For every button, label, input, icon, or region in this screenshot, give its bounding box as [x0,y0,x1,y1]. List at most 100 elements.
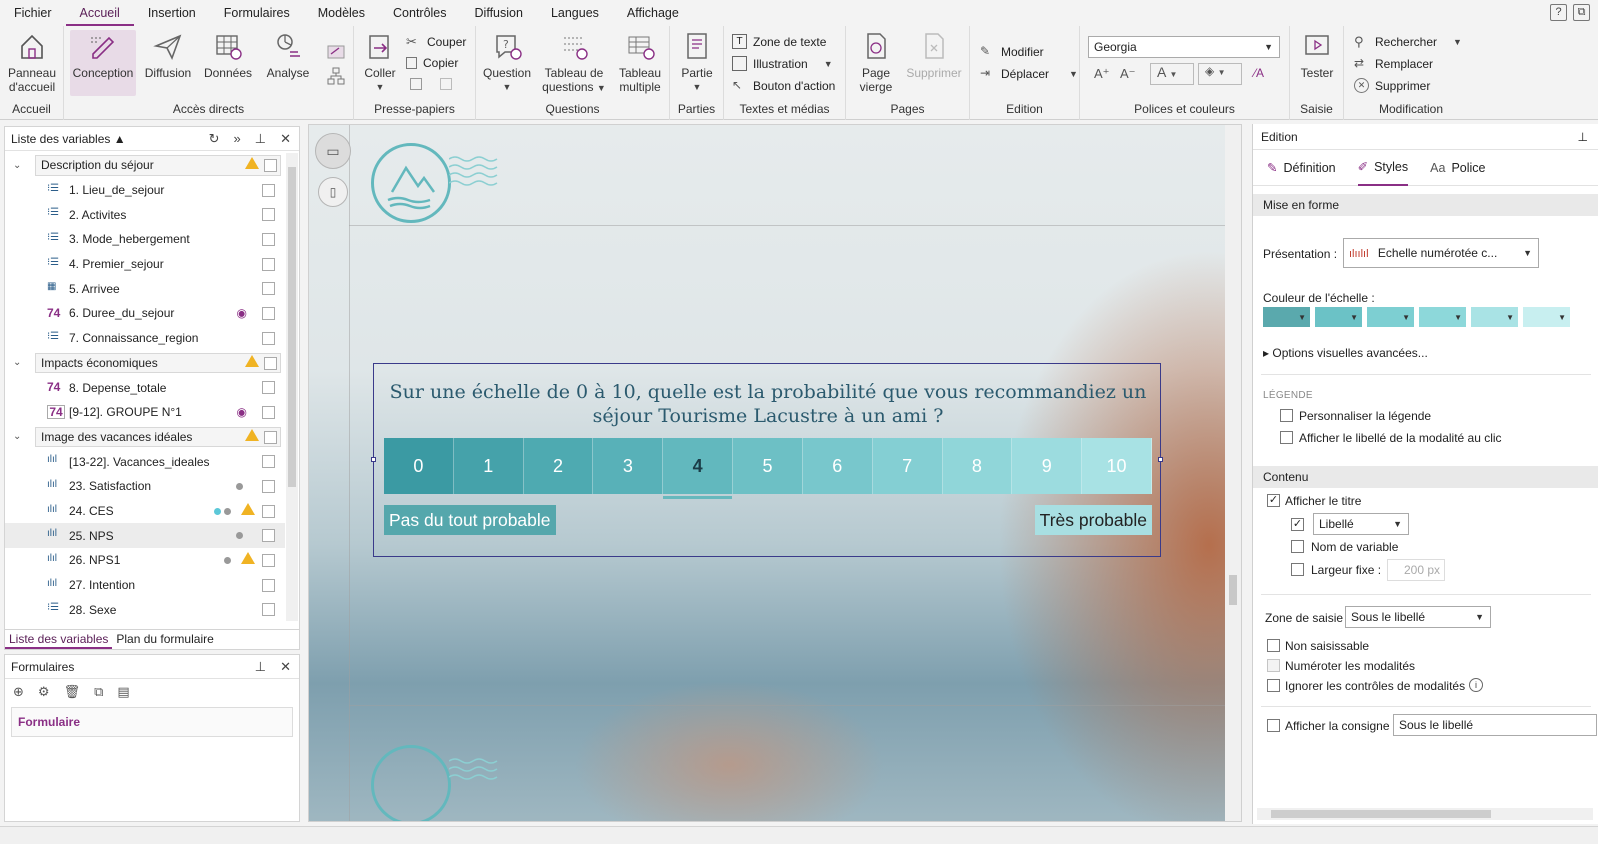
analyse-button[interactable]: Analyse [260,30,316,80]
tab-police[interactable]: Aa Police [1430,150,1485,186]
variable-checkbox[interactable] [262,603,275,617]
variable-group-row[interactable]: ⌄ Image des vacances idéales [5,425,285,450]
variable-checkbox[interactable] [262,307,275,321]
font-color-button[interactable]: A ▼ [1150,63,1194,85]
numeroter-checkbox[interactable] [1267,659,1280,672]
edition-horizontal-scrollbar[interactable] [1257,808,1593,820]
edit-mode-icon[interactable] [326,42,346,62]
libelle-select[interactable]: Libellé ▼ [1313,513,1409,535]
fill-color-button[interactable]: ◈ ▼ [1198,63,1242,85]
format-paste-icon[interactable] [440,78,452,90]
menu-item-8[interactable]: Affichage [613,0,693,26]
scale-option-1[interactable]: 1 [453,438,524,494]
variable-checkbox[interactable] [262,504,275,518]
variable-list-title[interactable]: Liste des variables ▲ [11,132,126,146]
partie-chevron-down-icon[interactable]: ▼ [674,80,720,94]
variable-checkbox[interactable] [264,159,277,172]
donnees-button[interactable]: Données [200,30,256,80]
couper-button[interactable]: ✂ Couper [406,34,466,49]
variable-checkbox[interactable] [262,529,275,543]
rechercher-chevron-down-icon[interactable]: ▼ [1453,37,1462,47]
deplacer-chevron-down-icon[interactable]: ▼ [1069,69,1078,79]
variable-row[interactable]: ⁝☰ 3. Mode_hebergement [5,227,285,252]
menu-item-1[interactable]: Accueil [65,0,134,26]
variable-checkbox[interactable] [262,381,275,395]
afficher-consigne-checkbox[interactable] [1267,719,1280,732]
consigne-select[interactable]: Sous le libellé [1393,714,1597,736]
diffusion-button[interactable]: Diffusion [140,30,196,80]
scale-option-4[interactable]: 4 [663,438,734,499]
collapse-chevron-icon[interactable]: ⌄ [13,431,21,442]
mobile-view-button[interactable]: ▯ [318,177,348,207]
pin-icon[interactable]: ⊥ [255,659,266,675]
options-avancees-link[interactable]: ▸ Options visuelles avancées... [1263,346,1428,360]
variable-checkbox[interactable] [262,183,275,197]
scale-color-swatch-2[interactable]: ▼ [1367,307,1414,327]
scale-option-0[interactable]: 0 [384,438,454,494]
add-form-icon[interactable]: ⊕ [13,684,24,700]
deplacer-button[interactable]: ⇥ Déplacer ▼ [980,66,1078,81]
variable-row[interactable]: ⁝☰ 7. Connaissance_region [5,326,285,351]
scale-option-5[interactable]: 5 [733,438,803,494]
scale-option-3[interactable]: 3 [593,438,664,494]
personnaliser-legende-checkbox[interactable] [1280,409,1293,422]
variable-checkbox[interactable] [262,479,275,493]
menu-item-0[interactable]: Fichier [0,0,66,26]
variable-checkbox[interactable] [262,208,275,222]
variable-checkbox[interactable] [262,282,275,296]
non-saisissable-checkbox[interactable] [1267,639,1280,652]
variable-checkbox[interactable] [262,233,275,247]
tableau-questions-button[interactable]: Tableau de questions ▼ [540,30,608,95]
scale-option-6[interactable]: 6 [802,438,873,494]
menu-item-6[interactable]: Diffusion [461,0,537,26]
variable-row[interactable]: ılıl 26. NPS1 [5,548,285,573]
scale-option-10[interactable]: 10 [1082,438,1152,494]
variable-checkbox[interactable] [264,356,277,370]
collapse-chevron-icon[interactable]: ⌄ [13,160,21,171]
delete-form-icon[interactable]: 🗑 [64,684,81,700]
variable-row[interactable]: ▦ 5. Arrivee [5,276,285,301]
panneau-accueil-button[interactable]: Panneau d'accueil [4,30,60,94]
question-chevron-down-icon[interactable]: ▼ [480,80,534,94]
page-vierge-button[interactable]: Page vierge [852,30,900,94]
form-canvas[interactable]: ▭ ▯ Sur une échelle de 0 à 10, quelle es… [308,124,1242,822]
tab-styles[interactable]: ✐ Styles [1357,150,1409,186]
rechercher-button[interactable]: ⚲ Rechercher ▼ [1354,34,1462,49]
desktop-view-button[interactable]: ▭ [315,133,351,169]
largeur-fixe-checkbox[interactable] [1291,563,1304,576]
variable-list-scrollbar[interactable] [286,153,298,621]
form-item[interactable]: Formulaire [11,707,293,737]
remplacer-button[interactable]: ⇄ Remplacer [1354,56,1433,71]
variable-row[interactable]: ⁝☰ 2. Activites [5,202,285,227]
variable-checkbox[interactable] [262,554,275,567]
zone-saisie-select[interactable]: Sous le libellé ▼ [1345,606,1491,628]
question-block[interactable]: Sur une échelle de 0 à 10, quelle est la… [371,363,1163,557]
variable-row[interactable]: ılıl 24. CES [5,499,285,524]
variable-row[interactable]: ılıl 25. NPS [5,523,285,548]
tableau-questions-chevron-down-icon[interactable]: ▼ [597,83,606,93]
scale-color-swatch-5[interactable]: ▼ [1523,307,1570,327]
tableau-multiple-button[interactable]: Tableau multiple [612,30,668,94]
variable-checkbox[interactable] [262,578,275,592]
tree-structure-icon[interactable] [326,66,346,86]
scale-color-swatch-0[interactable]: ▼ [1263,307,1310,327]
variable-row[interactable]: 74 [9-12]. GROUPE N°1 ◉ [5,400,285,425]
modifier-button[interactable]: ✎ Modifier [980,44,1044,59]
tab-definition[interactable]: ✎ Définition [1267,150,1336,186]
collapse-chevron-icon[interactable]: ⌄ [13,357,21,368]
scale-color-swatch-4[interactable]: ▼ [1471,307,1518,327]
variable-row[interactable]: ⁝☰ 28. Sexe [5,597,285,622]
close-icon[interactable]: ✕ [280,659,291,675]
variable-row[interactable]: 74 8. Depense_totale [5,375,285,400]
duplicate-form-icon[interactable]: ⧉ [94,684,103,700]
refresh-icon[interactable]: ↻ [209,131,220,147]
form-properties-icon[interactable]: ▤ [117,684,129,700]
scale-option-2[interactable]: 2 [523,438,594,494]
tab-liste-variables[interactable]: Liste des variables [5,630,113,649]
pin-icon[interactable]: ⊥ [255,131,266,147]
bouton-action-button[interactable]: ↖ Bouton d'action [732,78,835,93]
supprimer-button[interactable]: ✕ Supprimer [1354,78,1430,93]
scale-option-9[interactable]: 9 [1012,438,1083,494]
font-family-select[interactable]: Georgia ▼ [1088,36,1280,58]
format-copy-icon[interactable] [410,78,422,90]
